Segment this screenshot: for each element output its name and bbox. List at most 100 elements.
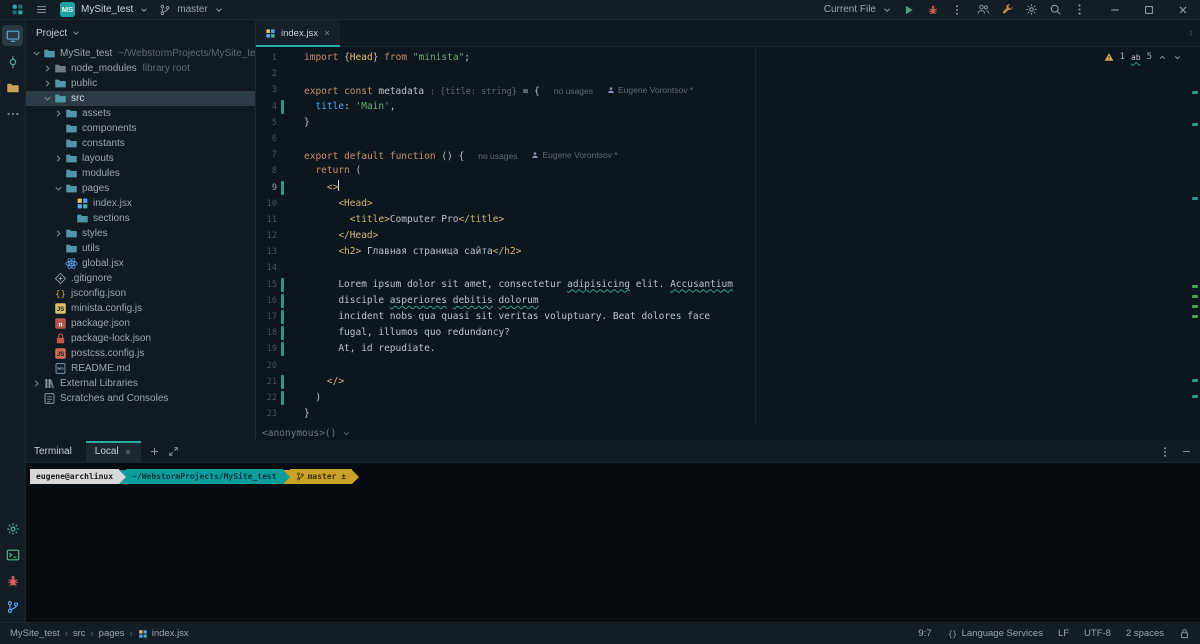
stripe-mark[interactable] [1192,379,1198,382]
author-inlay[interactable]: Eugene Vorontsov * [531,147,618,163]
hide-panel-icon[interactable] [1181,446,1192,457]
code-line-7[interactable]: 7 export default function () {no usages Eu… [256,147,1200,163]
file-encoding[interactable]: UTF-8 [1084,628,1111,639]
stripe-mark[interactable] [1192,315,1198,318]
new-terminal-icon[interactable] [149,446,160,457]
tree-item-external-libraries[interactable]: External Libraries [26,376,255,391]
run-button[interactable] [900,2,918,18]
tree-item-components[interactable]: components [26,121,255,136]
chevron-right-icon[interactable] [53,228,64,239]
code-line-11[interactable]: 11 <title>Computer Pro</title> [256,212,1200,228]
run-config-selector[interactable]: Current File [824,4,892,15]
main-menu-button[interactable] [32,2,50,18]
breadcrumb-context[interactable]: <anonymous>() [256,425,1200,441]
tool-bookmarks-button[interactable] [2,77,23,98]
tree-item-scratches-and-consoles[interactable]: Scratches and Consoles [26,391,255,406]
code-line-8[interactable]: 8 return ( [256,163,1200,179]
code-line-9[interactable]: 9 <> [256,179,1200,196]
tree-item-postcss-config-js[interactable]: JS postcss.config.js [26,346,255,361]
code-line-20[interactable]: 20 [256,358,1200,374]
tool-terminal-button[interactable] [2,544,23,565]
stripe-mark[interactable] [1192,123,1198,126]
code-line-12[interactable]: 12 </Head> [256,228,1200,244]
stripe-mark[interactable] [1192,395,1198,398]
code-line-4[interactable]: 4 title: 'Main', [256,99,1200,115]
tab-index-jsx[interactable]: index.jsx [256,19,340,47]
breadcrumb-index-jsx[interactable]: index.jsx [138,628,189,639]
inspection-widget[interactable]: 1 ab 5 [1099,51,1186,63]
tool-settings-sync-button[interactable] [2,518,23,539]
usages-inlay[interactable]: no usages [478,148,517,164]
tool-commit-button[interactable] [2,51,23,72]
code-line-17[interactable]: 17 incident nobs qua quasi sit veritas v… [256,309,1200,325]
tree-item-package-lock-json[interactable]: package-lock.json [26,331,255,346]
code-line-15[interactable]: 15 Lorem ipsum dolor sit amet, consectet… [256,277,1200,293]
code-line-5[interactable]: 5} [256,115,1200,131]
maximize-button[interactable] [1140,2,1158,18]
tree-item-package-json[interactable]: n package.json [26,316,255,331]
stripe-mark[interactable] [1192,91,1198,94]
code-line-14[interactable]: 14 [256,260,1200,276]
tree-item-jsconfig-json[interactable]: {} jsconfig.json [26,286,255,301]
app-logo-button[interactable] [8,2,26,18]
tree-item-pages[interactable]: pages [26,181,255,196]
breadcrumb-mysite-test[interactable]: MySite_test [10,628,60,639]
error-stripe[interactable] [1191,47,1199,425]
tree-item-node-modules[interactable]: node_modules library root [26,61,255,76]
terminal-options-icon[interactable] [1159,446,1171,458]
code-line-2[interactable]: 2 [256,66,1200,82]
minimize-button[interactable] [1106,2,1124,18]
code-line-10[interactable]: 10 <Head> [256,196,1200,212]
code-line-19[interactable]: 19 At, id repudiate. [256,341,1200,357]
tree-item-constants[interactable]: constants [26,136,255,151]
tree-item-global-jsx[interactable]: global.jsx [26,256,255,271]
code-editor[interactable]: 1 import {Head} from "minista"; 2 3 export c… [256,47,1200,425]
tree-item-index-jsx[interactable]: index.jsx [26,196,255,211]
tool-debug-tool-button[interactable] [2,570,23,591]
stripe-mark[interactable] [1192,305,1198,308]
tree-item-mysite-test[interactable]: MySite_test ~/WebstormProjects/MySite_tes… [26,46,255,61]
search-everywhere-button[interactable] [1046,2,1064,18]
close-window-button[interactable] [1174,2,1192,18]
line-separator[interactable]: LF [1058,628,1069,639]
chevron-right-icon[interactable] [53,153,64,164]
breadcrumb-pages[interactable]: pages [99,628,125,639]
author-inlay[interactable]: Eugene Vorontsov * [607,82,693,98]
code-line-21[interactable]: 21 </> [256,374,1200,390]
code-line-22[interactable]: 22 ) [256,390,1200,406]
code-line-6[interactable]: 6 [256,131,1200,147]
breadcrumb-src[interactable]: src [73,628,86,639]
tree-item-styles[interactable]: styles [26,226,255,241]
next-problem-icon[interactable] [1173,53,1182,62]
project-widget[interactable]: MS MySite_test [60,2,149,17]
prev-problem-icon[interactable] [1158,53,1167,62]
tree-item-gitignore[interactable]: .gitignore [26,271,255,286]
chevron-down-icon[interactable] [42,93,53,104]
vcs-widget[interactable]: master [159,4,224,16]
usages-inlay[interactable]: no usages [554,83,593,99]
chevron-down-icon[interactable] [53,183,64,194]
stripe-mark[interactable] [1192,197,1198,200]
services-button[interactable] [998,2,1016,18]
caret-position[interactable]: 9:7 [918,628,931,639]
code-line-18[interactable]: 18 fugal, illumos quo redundancy? [256,325,1200,341]
lock-icon[interactable] [1179,628,1190,639]
tree-item-layouts[interactable]: layouts [26,151,255,166]
code-line-13[interactable]: 13 <h2> Главная страница сайта</h2> [256,244,1200,260]
tool-more-tools-button[interactable] [2,103,23,124]
project-header[interactable]: Project [26,20,255,46]
run-more-button[interactable] [948,2,966,18]
tree-item-src[interactable]: src [26,91,255,106]
terminal-tab-local[interactable]: Local [85,440,141,463]
settings-button[interactable] [1022,2,1040,18]
language-services[interactable]: {} Language Services [947,628,1043,639]
debug-button[interactable] [924,2,942,18]
tree-item-assets[interactable]: assets [26,106,255,121]
chevron-right-icon[interactable] [42,78,53,89]
more-actions-button[interactable] [1070,2,1088,18]
close-terminal-tab-icon[interactable] [124,448,132,456]
tree-item-minista-config-js[interactable]: JS minista.config.js [26,301,255,316]
code-line-23[interactable]: 23} [256,406,1200,422]
chevron-down-icon[interactable] [31,48,42,59]
code-line-16[interactable]: 16 disciple asperiores debitis dolorum [256,293,1200,309]
